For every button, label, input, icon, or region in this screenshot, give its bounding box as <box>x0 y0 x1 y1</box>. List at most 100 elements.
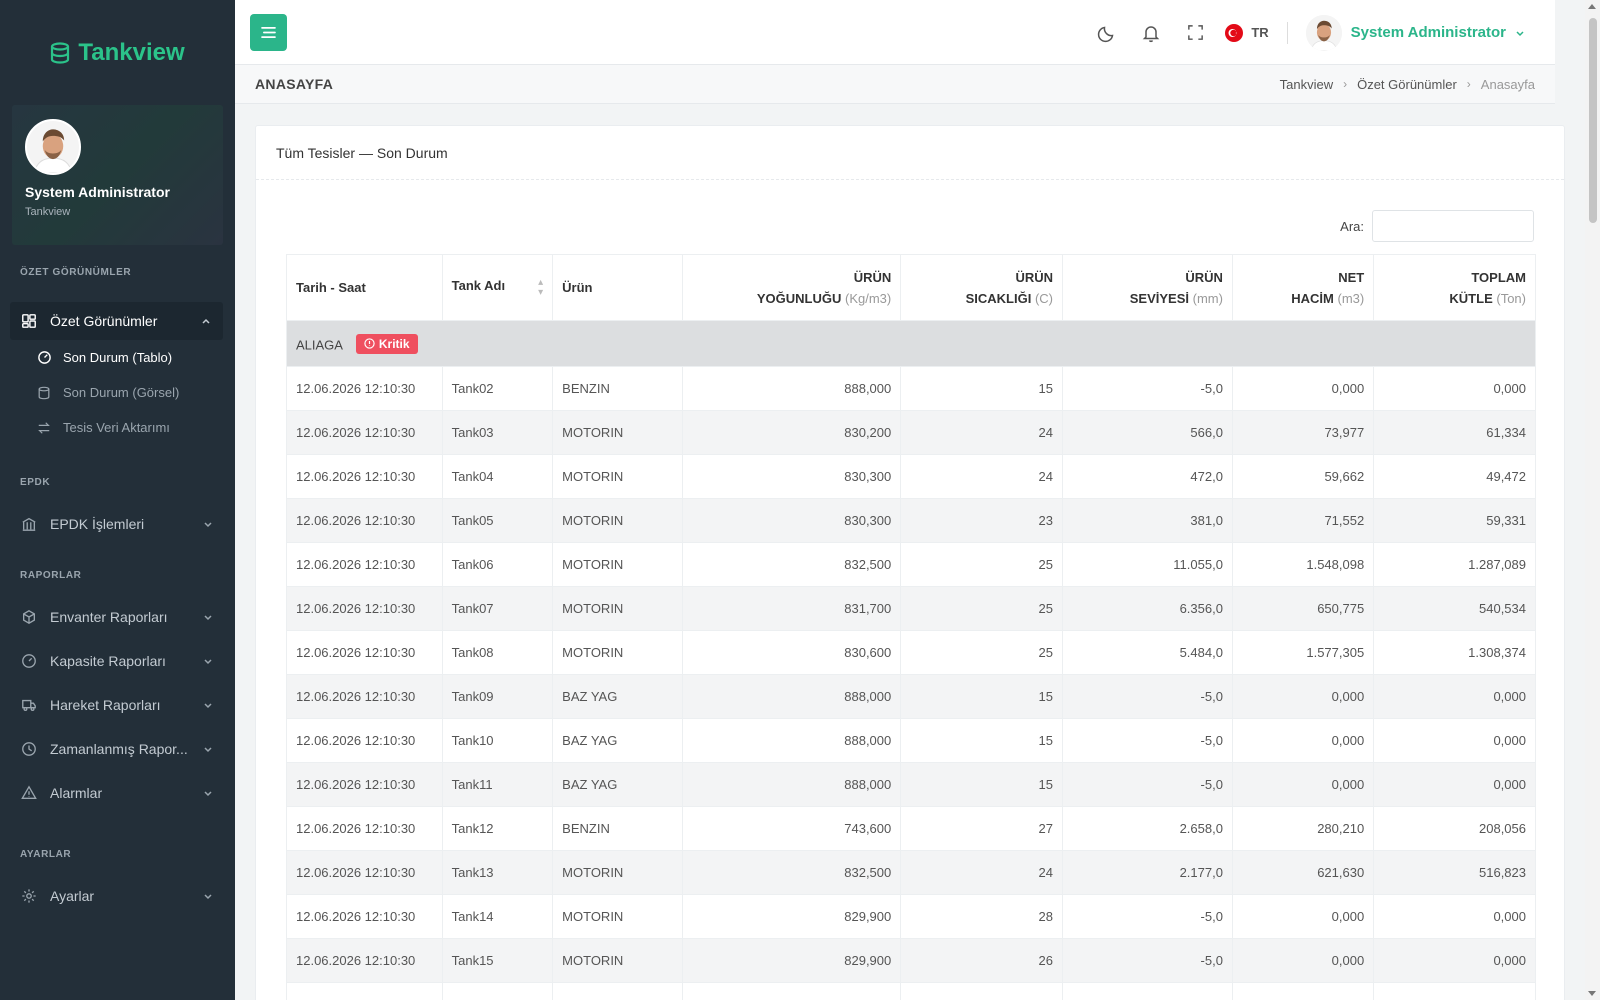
sidebar-subitem-tesis-veri-aktarimi[interactable]: Tesis Veri Aktarımı <box>0 410 235 445</box>
cell-tank <box>441 982 554 1000</box>
cell-density <box>682 982 902 1000</box>
cell-temperature: 24 <box>900 454 1063 499</box>
table-row[interactable]: 12.06.2026 12:10:30 Tank13 MOTORIN 832,500 2… <box>286 850 1536 895</box>
sidebar-subitem-son-durum-tablo[interactable]: Son Durum (Tablo) <box>0 340 235 375</box>
cell-level: 2.177,0 <box>1062 850 1233 895</box>
cell-mass: 1.287,089 <box>1373 542 1536 587</box>
scroll-down-arrow[interactable] <box>1588 991 1596 996</box>
cell-density: 831,700 <box>682 586 902 631</box>
sidebar-item-hareket-raporlari[interactable]: Hareket Raporları <box>0 683 235 727</box>
box-icon <box>20 608 38 626</box>
breadcrumb-item[interactable]: Özet Görünümler <box>1357 77 1457 92</box>
sidebar-item-label: Ayarlar <box>50 888 95 904</box>
sort-icon[interactable]: ▴ ▾ <box>538 277 543 298</box>
breadcrumb-current: Anasayfa <box>1480 76 1535 92</box>
avatar <box>1305 14 1342 51</box>
cell-mass <box>1373 982 1536 1000</box>
table-row[interactable] <box>286 982 1536 1000</box>
table-row[interactable]: 12.06.2026 12:10:30 Tank10 BAZ YAG 888,000 1… <box>286 718 1536 763</box>
cell-temperature: 15 <box>900 718 1063 763</box>
table-row[interactable]: 12.06.2026 12:10:30 Tank05 MOTORIN 830,300 2… <box>286 498 1536 543</box>
section-title-ayarlar: AYARLAR <box>20 848 72 860</box>
language-selector[interactable]: TR <box>1225 23 1269 42</box>
breadcrumb-item[interactable]: Tankview <box>1280 77 1333 92</box>
language-code: TR <box>1251 25 1269 40</box>
table-row[interactable]: 12.06.2026 12:10:30 Tank07 MOTORIN 831,700 2… <box>286 586 1536 631</box>
profile-card: System Administrator Tankview <box>12 105 223 245</box>
cell-tank: Tank06 <box>441 542 554 587</box>
page-title: ANASAYFA <box>255 76 334 92</box>
cell-temperature: 26 <box>900 938 1063 983</box>
sidebar: Tankview System Administrator Tankview Ö… <box>0 0 235 1000</box>
section-title-ozet: ÖZET GÖRÜNÜMLER <box>20 266 132 278</box>
cell-level: 566,0 <box>1062 410 1233 455</box>
table-row[interactable]: 12.06.2026 12:10:30 Tank06 MOTORIN 832,500 2… <box>286 542 1536 587</box>
cell-tank: Tank12 <box>441 806 554 851</box>
sidebar-item-ozet-gorunumler[interactable]: Özet Görünümler <box>10 302 223 340</box>
bank-icon <box>20 515 38 533</box>
menu-toggle-button[interactable] <box>250 14 287 51</box>
table-row[interactable]: 12.06.2026 12:10:30 Tank03 MOTORIN 830,200 2… <box>286 410 1536 455</box>
alert-circle-icon <box>364 338 375 349</box>
column-header-mass[interactable]: TOPLAM KÜTLE (Ton) <box>1373 254 1536 321</box>
sidebar-item-envanter-raporlari[interactable]: Envanter Raporları <box>0 595 235 639</box>
table-row[interactable]: 12.06.2026 12:10:30 Tank12 BENZIN 743,600 27… <box>286 806 1536 851</box>
table-row[interactable]: 12.06.2026 12:10:30 Tank04 MOTORIN 830,300 2… <box>286 454 1536 499</box>
group-row[interactable]: ALIAGA Kritik <box>286 320 1536 367</box>
fullscreen-button[interactable] <box>1173 11 1217 55</box>
search-input[interactable] <box>1372 210 1534 242</box>
user-menu[interactable]: System Administrator <box>1305 14 1525 51</box>
cell-volume: 0,000 <box>1231 894 1375 939</box>
column-header-date[interactable]: Tarih - Saat <box>286 254 443 321</box>
column-header-level[interactable]: ÜRÜN SEVİYESİ (mm) <box>1062 254 1233 321</box>
sidebar-subitem-son-durum-gorsel[interactable]: Son Durum (Görsel) <box>0 375 235 410</box>
column-header-volume[interactable]: NET HACİM (m3) <box>1231 254 1375 321</box>
table-row[interactable]: 12.06.2026 12:10:30 Tank02 BENZIN 888,000 15… <box>286 366 1536 411</box>
column-header-temperature[interactable]: ÜRÜN SICAKLIĞI (C) <box>900 254 1063 321</box>
brand-logo[interactable]: Tankview <box>0 0 235 105</box>
card-title: Tüm Tesisler — Son Durum <box>256 126 1564 180</box>
column-header-product[interactable]: Ürün <box>552 254 684 321</box>
cell-product: BENZIN <box>552 366 684 411</box>
dark-mode-button[interactable] <box>1085 11 1129 55</box>
page-scrollbar[interactable] <box>1585 0 1600 1000</box>
table-row[interactable]: 12.06.2026 12:10:30 Tank11 BAZ YAG 888,000 1… <box>286 762 1536 807</box>
scroll-up-arrow[interactable] <box>1588 4 1596 9</box>
cell-mass: 540,534 <box>1373 586 1536 631</box>
cell-volume: 1.577,305 <box>1231 630 1375 675</box>
cell-tank: Tank05 <box>441 498 554 543</box>
cell-mass: 0,000 <box>1373 938 1536 983</box>
avatar[interactable] <box>25 119 81 175</box>
scrollbar-thumb[interactable] <box>1589 18 1597 223</box>
table-row[interactable]: 12.06.2026 12:10:30 Tank08 MOTORIN 830,600 2… <box>286 630 1536 675</box>
cell-mass: 0,000 <box>1373 718 1536 763</box>
sidebar-item-kapasite-raporlari[interactable]: Kapasite Raporları <box>0 639 235 683</box>
section-title-raporlar: RAPORLAR <box>20 569 82 581</box>
cell-level: -5,0 <box>1062 894 1233 939</box>
gauge-icon <box>20 652 38 670</box>
notifications-button[interactable] <box>1129 11 1173 55</box>
cell-mass: 0,000 <box>1373 366 1536 411</box>
cell-density: 888,000 <box>682 762 902 807</box>
sidebar-item-label: Hareket Raporları <box>50 697 161 713</box>
table-row[interactable]: 12.06.2026 12:10:30 Tank09 BAZ YAG 888,000 1… <box>286 674 1536 719</box>
cell-date: 12.06.2026 12:10:30 <box>286 586 443 631</box>
sidebar-item-label: Alarmlar <box>50 785 103 801</box>
chevron-down-icon <box>204 522 212 528</box>
chevron-down-icon <box>204 615 212 621</box>
sidebar-item-alarmlar[interactable]: Alarmlar <box>0 771 235 815</box>
sidebar-item-epdk[interactable]: EPDK İşlemleri <box>0 502 235 546</box>
cell-temperature: 24 <box>900 850 1063 895</box>
cell-volume: 0,000 <box>1231 938 1375 983</box>
cell-date: 12.06.2026 12:10:30 <box>286 674 443 719</box>
cell-temperature: 15 <box>900 366 1063 411</box>
cell-level: 6.356,0 <box>1062 586 1233 631</box>
table-header-row: Tarih - Saat Tank Adı ▴ ▾ Ürün ÜRÜN YOĞUNLU… <box>286 254 1536 321</box>
table-row[interactable]: 12.06.2026 12:10:30 Tank14 MOTORIN 829,900 2… <box>286 894 1536 939</box>
table-row[interactable]: 12.06.2026 12:10:30 Tank15 MOTORIN 829,900 2… <box>286 938 1536 983</box>
column-header-density[interactable]: ÜRÜN YOĞUNLUĞU (Kg/m3) <box>682 254 902 321</box>
sidebar-item-zamanlanmis-raporlar[interactable]: Zamanlanmış Rapor... <box>0 727 235 771</box>
column-header-tank[interactable]: Tank Adı ▴ ▾ <box>441 254 554 321</box>
sidebar-item-ayarlar[interactable]: Ayarlar <box>0 874 235 918</box>
cell-tank: Tank14 <box>441 894 554 939</box>
